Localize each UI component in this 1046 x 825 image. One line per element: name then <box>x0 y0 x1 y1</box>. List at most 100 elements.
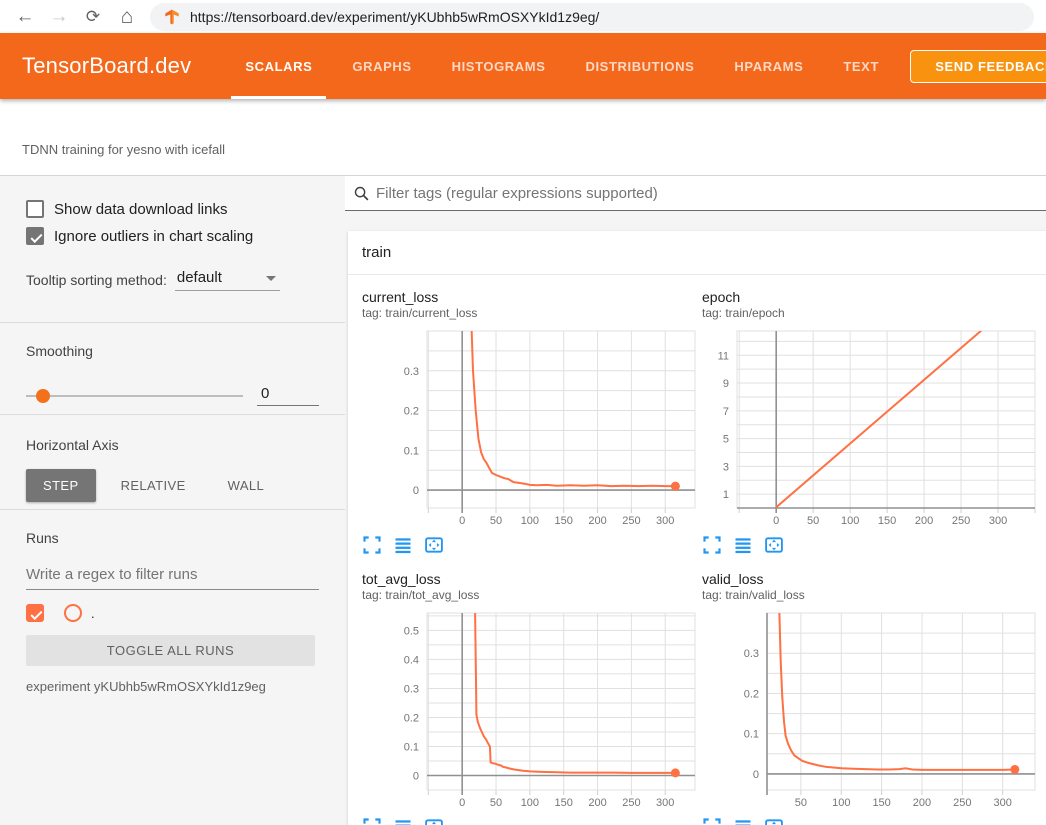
smoothing-section: Smoothing 0 <box>0 322 345 414</box>
url-text: https://tensorboard.dev/experiment/yKUbh… <box>190 9 599 25</box>
chart-plot-valid_loss[interactable]: 5010015020025030000.10.20.3 <box>702 609 1038 813</box>
runs-regex-input[interactable]: Write a regex to filter runs <box>26 566 319 590</box>
fit-domain-icon[interactable] <box>764 817 784 825</box>
svg-text:0.5: 0.5 <box>404 625 419 637</box>
tensorboard-favicon <box>164 9 180 25</box>
expand-icon[interactable] <box>362 535 382 555</box>
svg-text:300: 300 <box>994 797 1012 809</box>
svg-text:200: 200 <box>588 797 606 809</box>
tab-text[interactable]: TEXT <box>829 33 893 99</box>
log-scale-lines-icon[interactable] <box>733 817 753 825</box>
svg-text:50: 50 <box>807 515 819 527</box>
send-feedback-button[interactable]: SEND FEEDBACK <box>910 50 1046 83</box>
chart-title: tot_avg_loss <box>362 571 698 588</box>
runs-section: Runs Write a regex to filter runs . TOGG… <box>0 509 345 825</box>
tab-distributions[interactable]: DISTRIBUTIONS <box>571 33 708 99</box>
svg-text:250: 250 <box>952 515 970 527</box>
svg-text:0.3: 0.3 <box>404 683 419 695</box>
tab-hparams[interactable]: HPARAMS <box>720 33 817 99</box>
chart-plot-epoch[interactable]: 0501001502002503001357911 <box>702 327 1038 531</box>
search-icon <box>353 185 370 202</box>
svg-text:50: 50 <box>795 797 807 809</box>
svg-text:1: 1 <box>723 489 729 501</box>
reload-icon[interactable]: ⟳ <box>76 0 110 33</box>
experiment-subtitle-row: TDNN training for yesno with icefall <box>0 99 1046 176</box>
relative-axis-button[interactable]: RELATIVE <box>104 469 203 502</box>
smoothing-label: Smoothing <box>26 343 319 359</box>
slider-track <box>26 395 243 397</box>
chart-card-valid_loss: valid_losstag: train/valid_loss501001502… <box>702 571 1038 825</box>
svg-text:11: 11 <box>718 350 729 362</box>
tooltip-sorting-label: Tooltip sorting method: <box>26 272 167 291</box>
fit-domain-icon[interactable] <box>764 535 784 555</box>
ignore-outliers-label: Ignore outliers in chart scaling <box>54 228 253 245</box>
step-axis-button[interactable]: STEP <box>26 469 96 502</box>
horizontal-axis-section: Horizontal Axis STEP RELATIVE WALL <box>0 414 345 509</box>
svg-text:50: 50 <box>490 515 502 527</box>
tooltip-sorting-dropdown[interactable]: default <box>175 269 280 291</box>
svg-text:100: 100 <box>832 797 850 809</box>
svg-text:150: 150 <box>555 515 573 527</box>
chevron-down-icon <box>266 276 276 281</box>
show-download-links-row[interactable]: Show data download links <box>26 200 319 218</box>
tab-scalars[interactable]: SCALARS <box>231 33 326 99</box>
run-color-swatch <box>64 604 82 622</box>
browser-chrome: ← → ⟳ ⌂ https://tensorboard.dev/experime… <box>0 0 1046 33</box>
app-logo: TensorBoard.dev <box>22 53 191 79</box>
tooltip-sorting-value: default <box>177 269 222 286</box>
wall-axis-button[interactable]: WALL <box>211 469 282 502</box>
svg-text:9: 9 <box>723 378 729 390</box>
svg-text:0.1: 0.1 <box>744 729 759 741</box>
svg-text:0.3: 0.3 <box>744 648 759 660</box>
svg-text:0.2: 0.2 <box>744 688 759 700</box>
horizontal-axis-label: Horizontal Axis <box>26 437 319 453</box>
expand-icon[interactable] <box>702 817 722 825</box>
scalars-dashboard: Filter tags (regular expressions support… <box>345 176 1046 825</box>
svg-text:0: 0 <box>753 769 759 781</box>
log-scale-lines-icon[interactable] <box>733 535 753 555</box>
nav-tabs: SCALARSGRAPHSHISTOGRAMSDISTRIBUTIONSHPAR… <box>231 33 905 99</box>
svg-text:0: 0 <box>459 797 465 809</box>
svg-text:250: 250 <box>622 515 640 527</box>
svg-text:150: 150 <box>878 515 896 527</box>
ignore-outliers-row[interactable]: Ignore outliers in chart scaling <box>26 227 319 245</box>
svg-text:0: 0 <box>413 770 419 782</box>
ignore-outliers-checkbox[interactable] <box>26 227 44 245</box>
run-checkbox[interactable] <box>26 604 44 622</box>
svg-text:0.2: 0.2 <box>404 406 419 418</box>
svg-text:0: 0 <box>459 515 465 527</box>
tab-histograms[interactable]: HISTOGRAMS <box>438 33 560 99</box>
svg-text:0.3: 0.3 <box>404 366 419 378</box>
tab-graphs[interactable]: GRAPHS <box>338 33 425 99</box>
svg-text:0.4: 0.4 <box>404 654 419 666</box>
chart-toolbar <box>702 535 1038 555</box>
log-scale-lines-icon[interactable] <box>393 817 413 825</box>
chart-toolbar <box>362 535 698 555</box>
chart-plot-tot_avg_loss[interactable]: 05010015020025030000.10.20.30.40.5 <box>362 609 698 813</box>
svg-text:200: 200 <box>915 515 933 527</box>
log-scale-lines-icon[interactable] <box>393 535 413 555</box>
slider-thumb[interactable] <box>36 389 50 403</box>
svg-text:100: 100 <box>841 515 859 527</box>
fit-domain-icon[interactable] <box>424 535 444 555</box>
chart-card-current_loss: current_losstag: train/current_loss05010… <box>362 289 698 555</box>
svg-text:0: 0 <box>773 515 779 527</box>
expand-icon[interactable] <box>362 817 382 825</box>
smoothing-value-input[interactable]: 0 <box>257 385 319 406</box>
expand-icon[interactable] <box>702 535 722 555</box>
back-icon[interactable]: ← <box>8 0 42 33</box>
filter-tags-input[interactable]: Filter tags (regular expressions support… <box>345 176 1046 211</box>
run-row[interactable]: . <box>26 604 319 622</box>
svg-text:250: 250 <box>622 797 640 809</box>
charts-grid: current_losstag: train/current_loss05010… <box>348 275 1046 825</box>
runs-label: Runs <box>26 530 319 546</box>
url-bar[interactable]: https://tensorboard.dev/experiment/yKUbh… <box>150 3 1034 31</box>
chart-tag: tag: train/current_loss <box>362 306 698 321</box>
toggle-all-runs-button[interactable]: TOGGLE ALL RUNS <box>26 635 315 666</box>
home-icon[interactable]: ⌂ <box>110 0 144 33</box>
chart-plot-current_loss[interactable]: 05010015020025030000.10.20.3 <box>362 327 698 531</box>
tag-group-header[interactable]: train <box>348 231 1046 275</box>
smoothing-slider[interactable] <box>26 389 243 403</box>
fit-domain-icon[interactable] <box>424 817 444 825</box>
show-download-links-checkbox[interactable] <box>26 200 44 218</box>
